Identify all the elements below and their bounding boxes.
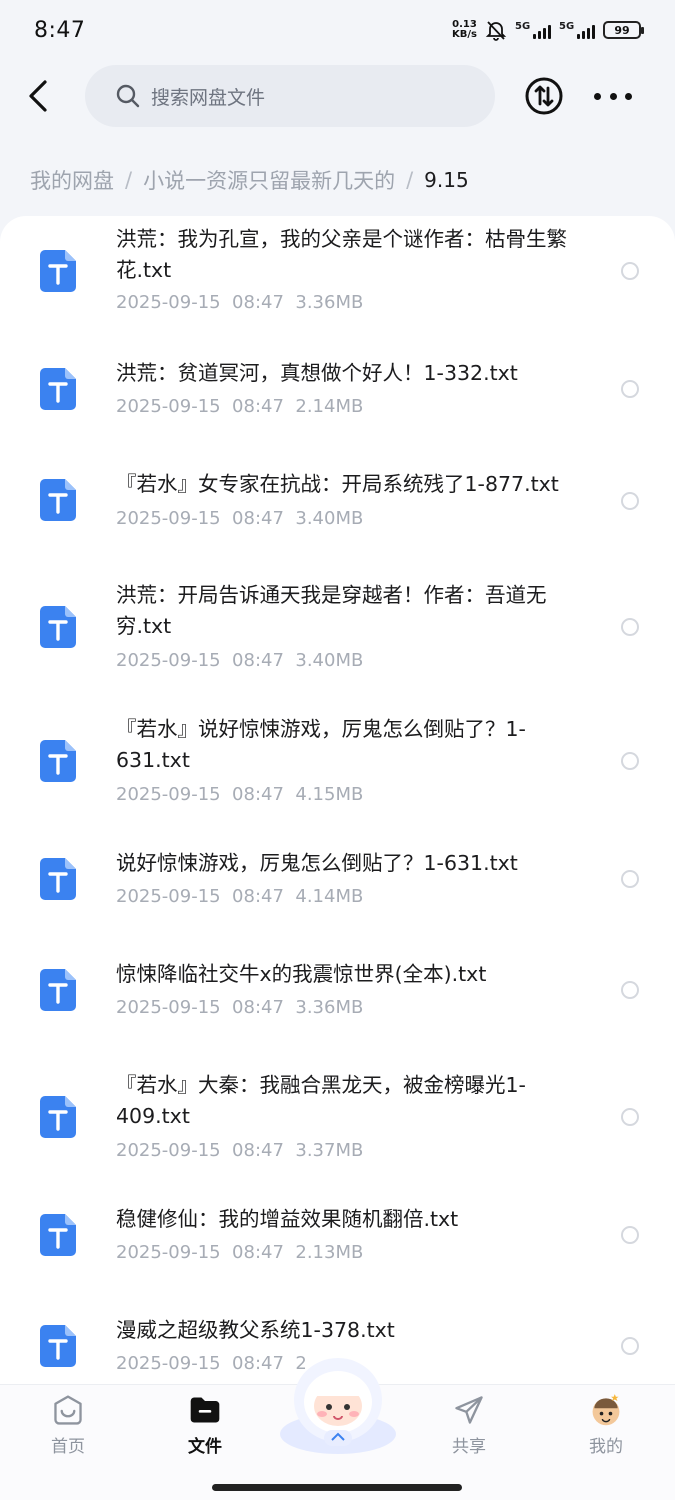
txt-file-icon [40, 368, 76, 410]
select-radio[interactable] [621, 1108, 639, 1126]
file-meta: 2025-09-15 08:47 3.40MB [116, 508, 364, 529]
txt-file-icon [40, 1325, 76, 1367]
select-radio[interactable] [621, 262, 639, 280]
dot-icon [625, 92, 632, 100]
network-speed-unit: KB/s [452, 29, 477, 40]
file-name: 『若水』女专家在抗战：开局系统残了1-877.txt [116, 472, 559, 496]
file-name: 惊悚降临社交牛x的我震惊世界(全本).txt [116, 962, 487, 986]
breadcrumb-separator: / [406, 168, 414, 192]
select-radio[interactable] [621, 618, 639, 636]
search-input[interactable]: 搜索网盘文件 [85, 65, 495, 127]
transfer-button[interactable] [524, 76, 564, 116]
nav-label: 我的 [589, 1437, 623, 1457]
file-meta: 2025-09-15 08:47 3.37MB [116, 1140, 364, 1161]
header: 搜索网盘文件 [0, 62, 675, 130]
select-radio[interactable] [621, 981, 639, 999]
status-bar: 8:47 0.13 KB/s 5G 5G 99 [0, 0, 675, 60]
txt-file-icon [40, 1096, 76, 1138]
file-name: 洪荒：贫道冥河，真想做个好人！1-332.txt [116, 361, 518, 385]
nav-home[interactable]: 首页 [28, 1393, 108, 1457]
nav-share[interactable]: 共享 [429, 1393, 509, 1457]
file-meta: 2025-09-15 08:47 2.13MB [116, 1242, 364, 1263]
folder-icon [190, 1397, 220, 1423]
txt-file-icon [40, 250, 76, 292]
select-radio[interactable] [621, 1226, 639, 1244]
txt-file-icon [40, 969, 76, 1011]
file-name: 稳健修仙：我的增益效果随机翻倍.txt [116, 1207, 459, 1231]
file-name: 说好惊悚游戏，厉鬼怎么倒贴了？1-631.txt [116, 851, 518, 875]
status-time: 8:47 [34, 17, 86, 43]
network-speed: 0.13 KB/s [452, 20, 477, 40]
file-name: 『若水』说好惊悚游戏，厉鬼怎么倒贴了？1-631.txt [116, 717, 526, 772]
breadcrumb-item-root[interactable]: 我的网盘 [30, 165, 114, 195]
file-meta: 2025-09-15 08:47 3.36MB [116, 292, 364, 313]
battery-icon: 99 [603, 21, 644, 39]
nav-files[interactable]: 文件 [165, 1393, 245, 1457]
status-icons: 0.13 KB/s 5G 5G 99 [452, 19, 644, 41]
file-name: 洪荒：我为孔宣，我的父亲是个谜作者：枯骨生繁花.txt [116, 227, 567, 282]
nav-label: 共享 [452, 1437, 486, 1457]
send-icon [455, 1396, 483, 1424]
avatar-icon [592, 1394, 620, 1426]
signal-icon: 5G [559, 21, 595, 39]
breadcrumb-item-folder[interactable]: 小说一资源只留最新几天的 [143, 165, 395, 195]
home-indicator [212, 1484, 462, 1491]
select-radio[interactable] [621, 1337, 639, 1355]
txt-file-icon [40, 479, 76, 521]
search-placeholder: 搜索网盘文件 [151, 86, 266, 109]
signal-label: 5G [559, 21, 575, 32]
txt-file-icon [40, 740, 76, 782]
file-name: 洪荒：开局告诉通天我是穿越者！作者：吾道无穷.txt [116, 583, 547, 638]
breadcrumb: 我的网盘 / 小说一资源只留最新几天的 / 9.15 [30, 160, 469, 200]
txt-file-icon [40, 858, 76, 900]
nav-label: 文件 [188, 1437, 222, 1457]
breadcrumb-separator: / [125, 168, 133, 192]
mute-bell-icon [485, 21, 507, 41]
file-list: 洪荒：我为孔宣，我的父亲是个谜作者：枯骨生繁花.txt 2025-09-15 0… [0, 216, 675, 1416]
file-name: 『若水』大秦：我融合黑龙天，被金榜曝光1-409.txt [116, 1073, 526, 1128]
dot-icon [609, 92, 617, 100]
select-radio[interactable] [621, 380, 639, 398]
signal-label: 5G [515, 21, 531, 32]
nav-mine[interactable]: 我的 [566, 1393, 646, 1457]
more-options-button[interactable] [594, 84, 632, 108]
file-meta: 2025-09-15 08:47 3.40MB [116, 650, 364, 671]
nav-label: 首页 [51, 1437, 85, 1457]
file-meta: 2025-09-15 08:47 4.14MB [116, 886, 364, 907]
select-radio[interactable] [621, 870, 639, 888]
battery-level: 99 [614, 23, 630, 37]
file-meta: 2025-09-15 08:47 4.15MB [116, 784, 364, 805]
select-radio[interactable] [621, 492, 639, 510]
breadcrumb-current: 9.15 [424, 168, 469, 192]
home-icon [54, 1395, 82, 1425]
signal-icon: 5G [515, 21, 551, 39]
file-name: 漫威之超级教父系统1-378.txt [116, 1318, 395, 1342]
dot-icon [594, 92, 601, 100]
txt-file-icon [40, 606, 76, 648]
file-meta: 2025-09-15 08:47 2.14MB [116, 396, 364, 417]
mascot-assistant-button[interactable] [276, 1350, 400, 1458]
select-radio[interactable] [621, 752, 639, 770]
txt-file-icon [40, 1214, 76, 1256]
search-icon [116, 84, 140, 108]
file-meta: 2025-09-15 08:47 3.36MB [116, 997, 364, 1018]
back-button[interactable] [20, 76, 56, 116]
back-arrow-icon [29, 80, 47, 112]
